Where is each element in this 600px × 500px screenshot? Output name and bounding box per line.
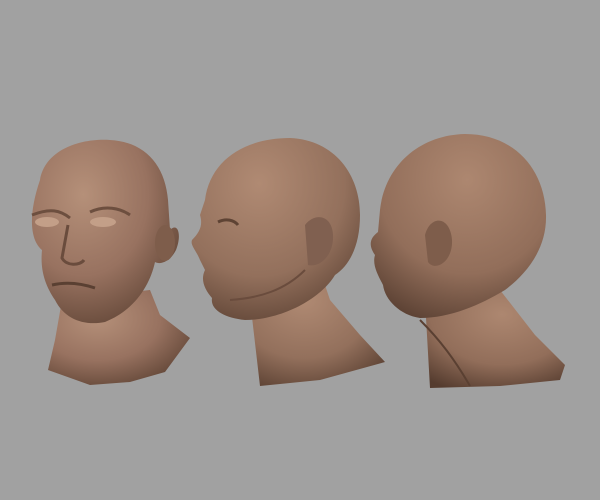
head-front-view bbox=[31, 139, 190, 385]
eye-right bbox=[90, 217, 116, 227]
head-side-view bbox=[191, 138, 385, 386]
head-back-view bbox=[370, 134, 565, 388]
head-shape bbox=[370, 134, 547, 318]
head-shape bbox=[31, 139, 179, 324]
ear bbox=[155, 225, 175, 261]
render-scene bbox=[31, 134, 565, 388]
eye-left bbox=[35, 217, 59, 227]
head-shape bbox=[191, 138, 360, 320]
